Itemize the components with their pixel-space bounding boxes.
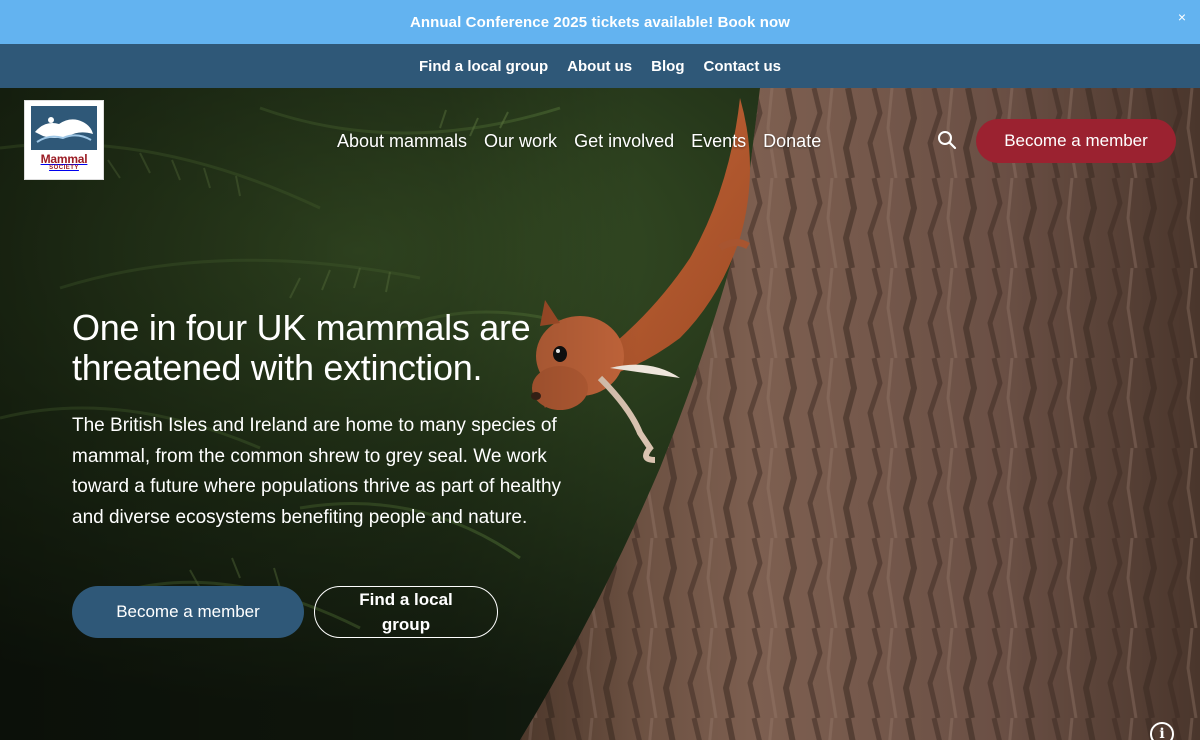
search-icon <box>938 131 957 150</box>
logo-wordmark: Mammal <box>40 152 88 166</box>
become-member-button[interactable]: Become a member <box>72 586 304 638</box>
utility-nav: Find a local group About us Blog Contact… <box>0 44 1200 88</box>
search-button[interactable] <box>936 129 958 151</box>
mammal-society-logo-mark-icon <box>31 106 97 150</box>
utility-nav-contact-us[interactable]: Contact us <box>703 58 781 75</box>
utility-nav-find-local-group[interactable]: Find a local group <box>419 58 548 75</box>
logo-subtitle: SOCIETY <box>49 165 79 171</box>
main-nav-get-involved[interactable]: Get involved <box>574 131 674 152</box>
find-local-group-button[interactable]: Find a local group <box>314 586 498 638</box>
utility-nav-blog[interactable]: Blog <box>651 58 684 75</box>
main-nav-events[interactable]: Events <box>691 131 746 152</box>
hero-title: One in four UK mammals are threatened wi… <box>72 307 531 388</box>
announcement-link[interactable]: Annual Conference 2025 tickets available… <box>410 14 790 31</box>
main-nav-about-mammals[interactable]: About mammals <box>337 131 467 152</box>
info-icon[interactable]: i <box>1150 722 1174 740</box>
announcement-bar: Annual Conference 2025 tickets available… <box>0 0 1200 44</box>
hero-section: Mammal SOCIETY About mammals Our work Ge… <box>0 88 1200 740</box>
close-icon[interactable]: × <box>1178 9 1186 25</box>
site-logo[interactable]: Mammal SOCIETY <box>24 100 104 180</box>
main-nav-donate[interactable]: Donate <box>763 131 821 152</box>
utility-nav-about-us[interactable]: About us <box>567 58 632 75</box>
main-nav-our-work[interactable]: Our work <box>484 131 557 152</box>
main-nav: About mammals Our work Get involved Even… <box>337 131 821 152</box>
become-member-header-button[interactable]: Become a member <box>976 119 1176 163</box>
hero-body: The British Isles and Ireland are home t… <box>72 415 562 528</box>
